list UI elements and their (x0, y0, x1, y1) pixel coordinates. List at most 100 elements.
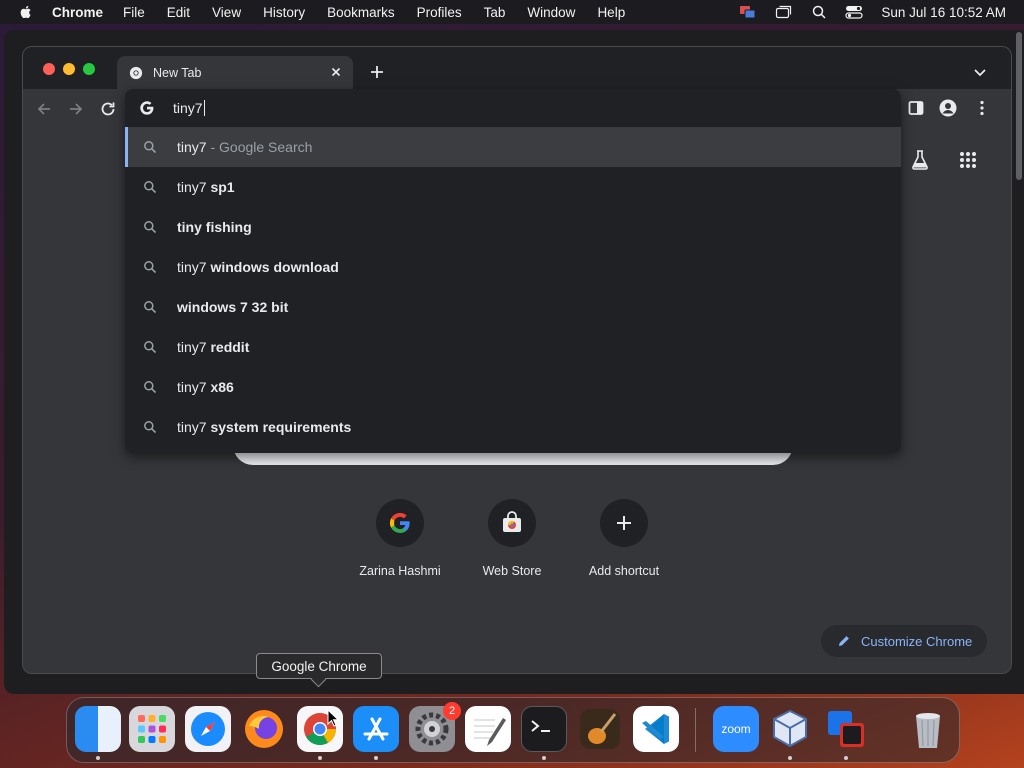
window-zoom-button[interactable] (83, 63, 95, 75)
new-tab-plus-icon[interactable] (369, 64, 385, 80)
suggestion-completion-text: windows download (206, 259, 339, 275)
suggestion-list: tiny7 - Google Search tiny7 sp1 tiny fis… (125, 127, 901, 447)
google-g-icon (389, 512, 410, 533)
window-controls (43, 63, 95, 75)
shortcut-tile[interactable]: Web Store (456, 499, 568, 578)
finder-icon[interactable] (75, 706, 121, 752)
system-settings-icon[interactable]: 2 (409, 702, 461, 752)
trash-icon[interactable] (905, 706, 951, 752)
window-close-button[interactable] (43, 63, 55, 75)
shortcut-label: Zarina Hashmi (359, 564, 441, 578)
shortcut-label: Web Store (482, 564, 542, 578)
suggestion-item[interactable]: windows 7 32 bit (125, 287, 901, 327)
notification-badge: 2 (443, 702, 461, 720)
vscode-icon[interactable] (633, 706, 679, 752)
virtualbox-icon[interactable] (767, 706, 813, 752)
menu-tab[interactable]: Tab (484, 5, 506, 20)
suggestion-typed-text: tiny7 (177, 139, 207, 155)
trash-bin-icon (916, 713, 940, 748)
search-icon (144, 381, 157, 394)
screen-share-icon[interactable] (739, 4, 757, 20)
window-switcher-icon[interactable] (775, 4, 793, 20)
terminal-prompt-icon (531, 720, 550, 732)
google-apps-grid-icon[interactable] (959, 151, 977, 169)
page-scrollbar-thumb[interactable] (1016, 32, 1022, 180)
chrome-window: New Tab Zarina Hashmi Web Store Add shor… (22, 46, 1012, 674)
plus-icon (617, 516, 631, 530)
menubar-clock[interactable]: Sun Jul 16 10:52 AM (881, 5, 1006, 20)
chrome-favicon-icon (129, 66, 143, 79)
chrome-labs-flask-icon[interactable] (909, 149, 931, 171)
suggestion-typed-text: tiny7 (177, 339, 207, 355)
profile-avatar-icon[interactable] (939, 99, 957, 117)
tab-title: New Tab (153, 65, 202, 80)
garageband-icon[interactable] (577, 706, 623, 752)
dock-running-indicator (374, 756, 378, 760)
pencil-icon (839, 636, 849, 646)
menu-history[interactable]: History (263, 5, 305, 20)
dock-running-indicator (844, 756, 848, 760)
suggestion-typed-text: tiny7 (177, 259, 207, 275)
omnibox-input[interactable]: tiny7 (173, 100, 203, 116)
suggestion-completion-text: sp1 (206, 179, 235, 195)
cube-icon (773, 709, 807, 748)
suggestion-item[interactable]: tiny7 reddit (125, 327, 901, 367)
suggestion-typed-text: tiny7 (177, 179, 207, 195)
textedit-icon[interactable] (465, 706, 511, 752)
firefox-icon[interactable] (241, 706, 287, 752)
omnibox[interactable]: tiny7 (125, 89, 901, 127)
tab-search-chevron-icon[interactable] (973, 65, 987, 79)
shortcut-label: Add shortcut (588, 564, 660, 578)
menu-edit[interactable]: Edit (167, 5, 190, 20)
customize-chrome-label: Customize Chrome (861, 633, 973, 649)
suggestion-item[interactable]: tiny fishing (125, 207, 901, 247)
vscode-logo-icon (642, 714, 669, 744)
side-panel-icon[interactable] (907, 99, 925, 117)
back-arrow-icon[interactable] (35, 100, 53, 118)
suggestion-item[interactable]: tiny7 - Google Search (125, 127, 901, 167)
dock-running-indicator (788, 756, 792, 760)
suggestion-completion-text: windows 7 32 bit (177, 299, 289, 315)
suggestion-completion-text: system requirements (206, 419, 352, 435)
launchpad-icon[interactable] (129, 706, 175, 752)
tab-new-tab[interactable]: New Tab (117, 56, 353, 89)
suggestion-item[interactable]: tiny7 system requirements (125, 407, 901, 447)
dock-running-indicator (96, 756, 100, 760)
firefox-logo-icon (245, 710, 283, 748)
menu-help[interactable]: Help (597, 5, 625, 20)
tab-close-icon[interactable] (329, 65, 343, 79)
suggestion-typed-text: tiny7 (177, 419, 207, 435)
customize-chrome-button[interactable]: Customize Chrome (821, 625, 987, 657)
menu-app-name[interactable]: Chrome (52, 5, 103, 20)
launchpad-grid-icon (138, 715, 166, 743)
search-icon (144, 301, 157, 314)
menu-bookmarks[interactable]: Bookmarks (327, 5, 395, 20)
shortcut-tile[interactable]: Zarina Hashmi (344, 499, 456, 578)
safari-icon[interactable] (185, 706, 231, 752)
suggestion-item[interactable]: tiny7 x86 (125, 367, 901, 407)
remote-desktop-icon[interactable] (823, 706, 869, 752)
guitar-icon (580, 709, 620, 749)
add-shortcut-tile[interactable]: Add shortcut (568, 499, 680, 578)
spotlight-search-icon[interactable] (811, 4, 827, 20)
dock-separator (695, 708, 696, 752)
reload-icon[interactable] (99, 100, 117, 118)
forward-arrow-icon[interactable] (67, 100, 85, 118)
apple-logo-icon[interactable] (18, 4, 34, 20)
menu-profiles[interactable]: Profiles (417, 5, 462, 20)
pen-paper-icon (474, 718, 506, 746)
window-minimize-button[interactable] (63, 63, 75, 75)
kebab-menu-icon[interactable] (973, 99, 991, 117)
app-store-icon[interactable] (353, 706, 399, 752)
menu-window[interactable]: Window (527, 5, 575, 20)
menu-file[interactable]: File (123, 5, 145, 20)
menu-view[interactable]: View (212, 5, 241, 20)
suggestion-item[interactable]: tiny7 sp1 (125, 167, 901, 207)
zoom-icon[interactable]: zoom (713, 706, 759, 752)
control-center-icon[interactable] (845, 4, 864, 20)
safari-compass-icon (191, 712, 225, 746)
google-g-icon (140, 101, 154, 115)
text-caret (203, 100, 205, 116)
suggestion-item[interactable]: tiny7 windows download (125, 247, 901, 287)
terminal-icon[interactable] (521, 706, 567, 752)
